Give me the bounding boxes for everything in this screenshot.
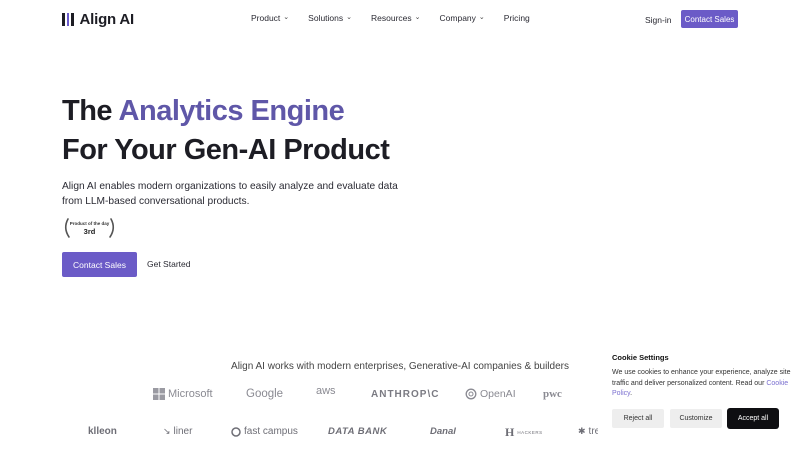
partner-logo-databank: DATA BANK: [328, 426, 387, 437]
partner-name: pwc: [543, 388, 562, 400]
partner-logo-fastcampus: fast campus: [231, 426, 298, 437]
nav-label: Solutions: [308, 13, 344, 23]
partner-logo-klleon: klleon: [88, 426, 117, 437]
cookie-body: We use cookies to enhance your experienc…: [612, 369, 791, 387]
nav-label: Product: [251, 13, 281, 23]
partner-name: ANTHROP\C: [371, 389, 440, 400]
get-started-link[interactable]: Get Started: [147, 259, 190, 269]
cookie-title: Cookie Settings: [612, 353, 669, 362]
nav-label: Resources: [371, 13, 412, 23]
liner-arrow-icon: ↘: [163, 426, 171, 436]
partner-name: liner: [173, 426, 193, 437]
partner-logo-danal: Danal: [430, 426, 456, 437]
partner-logo-hackers: H HACKERS: [505, 425, 543, 440]
accept-all-button[interactable]: Accept all: [727, 408, 779, 429]
openai-knot-icon: [465, 388, 477, 400]
partner-name: fast campus: [244, 426, 298, 437]
brand-name: Align AI: [79, 11, 135, 28]
contact-sales-button[interactable]: Contact Sales: [62, 252, 137, 277]
partner-name: OpenAI: [480, 388, 516, 400]
partner-logo-pwc: pwc: [543, 388, 562, 400]
bars-logo-icon: [62, 13, 74, 26]
partner-name: aws: [316, 385, 336, 397]
hackers-mark-icon: H: [505, 425, 515, 439]
nav-label: Pricing: [503, 13, 530, 23]
nav-item-solutions[interactable]: Solutions ⌄: [308, 13, 352, 23]
nav-item-pricing[interactable]: Pricing: [504, 13, 530, 23]
site-header: Align AI Product ⌄ Solutions ⌄ Resources…: [0, 0, 800, 38]
windows-grid-icon: [153, 388, 165, 400]
nav-item-resources[interactable]: Resources ⌄: [371, 13, 421, 23]
chevron-down-icon: ⌄: [346, 14, 353, 21]
hero-title-prefix: The: [62, 95, 119, 127]
brand-logo[interactable]: Align AI: [62, 11, 134, 28]
partner-logo-aws: aws: [316, 385, 336, 397]
partner-name: DATA BANK: [328, 426, 388, 437]
hero-description: Align AI enables modern organizations to…: [62, 181, 398, 207]
partner-logo-google: Google: [246, 388, 283, 400]
hero-title-line2: For Your Gen-AI Product: [62, 134, 390, 166]
sparkle-icon: ✱: [578, 426, 586, 436]
hero-title-line1: The Analytics Engine: [62, 95, 345, 128]
partner-name: Google: [246, 388, 284, 400]
fastcampus-icon: [231, 426, 241, 437]
partner-logo-anthropic: ANTHROP\C: [371, 389, 439, 400]
chevron-down-icon: ⌄: [478, 14, 485, 21]
nav-item-product[interactable]: Product ⌄: [251, 13, 289, 23]
main-nav: Product ⌄ Solutions ⌄ Resources ⌄ Compan…: [251, 13, 549, 23]
partners-heading-text: Align AI works with modern enterprises, …: [231, 361, 569, 372]
partner-logo-openai: OpenAI: [465, 388, 516, 400]
cookie-text: We use cookies to enhance your experienc…: [612, 368, 792, 400]
signin-link[interactable]: Sign-in: [645, 15, 671, 25]
chevron-down-icon: ⌄: [283, 14, 290, 21]
cookie-body-suffix: .: [630, 390, 633, 397]
partner-logo-microsoft: Microsoft: [153, 388, 213, 400]
badge-rank: 3rd: [83, 227, 96, 236]
partner-name: Microsoft: [168, 388, 213, 400]
cookie-settings-panel: Cookie Settings We use cookies to enhanc…: [598, 345, 800, 450]
chevron-down-icon: ⌄: [414, 14, 421, 21]
partner-name: klleon: [88, 426, 117, 437]
contact-sales-button-header[interactable]: Contact Sales: [681, 10, 738, 28]
reject-all-button[interactable]: Reject all: [612, 409, 664, 428]
partner-logo-liner: ↘ liner: [163, 426, 192, 437]
nav-label: Company: [439, 13, 476, 23]
partner-name: HACKERS: [517, 430, 543, 435]
badge-caption: Product of the day: [69, 221, 110, 226]
product-of-the-day-badge[interactable]: Product of the day 3rd: [62, 217, 117, 239]
partner-logo-tre: ✱ tre: [578, 426, 600, 437]
partner-name: Danal: [430, 426, 456, 437]
customize-button[interactable]: Customize: [670, 409, 722, 428]
nav-item-company[interactable]: Company ⌄: [440, 13, 485, 23]
hero-title-accent: Analytics Engine: [118, 95, 345, 127]
